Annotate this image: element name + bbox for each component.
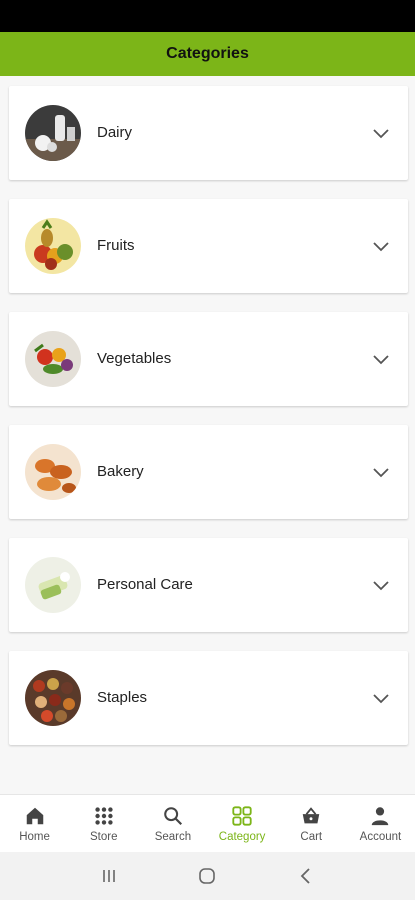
nav-label: Category (218, 831, 266, 843)
nav-store[interactable]: Store (69, 795, 138, 853)
category-label: Vegetables (97, 350, 172, 367)
category-icon (232, 806, 252, 826)
category-item-bakery[interactable]: Bakery (9, 425, 408, 519)
staples-photo (25, 670, 81, 726)
nav-label: Search (154, 831, 192, 843)
recent-apps-icon (103, 870, 115, 882)
nav-label: Store (90, 831, 118, 843)
status-bar (0, 0, 415, 32)
app-header: Categories (0, 32, 415, 76)
nav-home[interactable]: Home (0, 795, 69, 853)
home-circle-icon (199, 868, 216, 884)
recent-apps-button[interactable] (89, 856, 129, 896)
category-item-vegetables[interactable]: Vegetables (9, 312, 408, 406)
home-button[interactable] (187, 856, 227, 896)
bottom-nav: Home Store Search Category Cart Account (0, 794, 415, 853)
category-item-fruits[interactable]: Fruits (9, 199, 408, 293)
basket-icon (303, 807, 320, 824)
category-label: Personal Care (97, 576, 193, 593)
chevron-down-icon[interactable] (372, 576, 390, 594)
category-item-personal-care[interactable]: Personal Care (9, 538, 408, 632)
chevron-down-icon[interactable] (372, 689, 390, 707)
nav-cart[interactable]: Cart (277, 795, 346, 853)
category-list[interactable]: Dairy Fruits Vegetables Bakery Personal … (0, 76, 415, 794)
category-label: Staples (97, 689, 148, 706)
chevron-down-icon[interactable] (372, 350, 390, 368)
nav-label: Cart (300, 831, 323, 843)
system-nav-bar (0, 852, 415, 900)
dairy-photo (25, 105, 81, 161)
category-item-staples[interactable]: Staples (9, 651, 408, 745)
nav-category[interactable]: Category (208, 795, 277, 853)
category-label: Bakery (97, 463, 144, 480)
category-item-dairy[interactable]: Dairy (9, 86, 408, 180)
grid-icon (95, 807, 113, 825)
search-icon (164, 807, 182, 826)
nav-label: Account (359, 831, 402, 843)
page-title: Categories (166, 45, 249, 62)
back-button[interactable] (286, 856, 326, 896)
nav-search[interactable]: Search (138, 795, 207, 853)
category-label: Fruits (97, 237, 135, 254)
chevron-down-icon[interactable] (372, 463, 390, 481)
category-label: Dairy (97, 124, 133, 141)
chevron-down-icon[interactable] (372, 124, 390, 142)
vegetables-photo (25, 331, 81, 387)
personal-care-photo (25, 557, 81, 613)
chevron-down-icon[interactable] (372, 237, 390, 255)
nav-account[interactable]: Account (346, 795, 415, 853)
back-icon (300, 868, 310, 884)
bakery-photo (25, 444, 81, 500)
nav-label: Home (19, 831, 50, 843)
person-icon (372, 807, 389, 826)
fruits-photo (25, 218, 81, 274)
home-icon (26, 807, 43, 825)
